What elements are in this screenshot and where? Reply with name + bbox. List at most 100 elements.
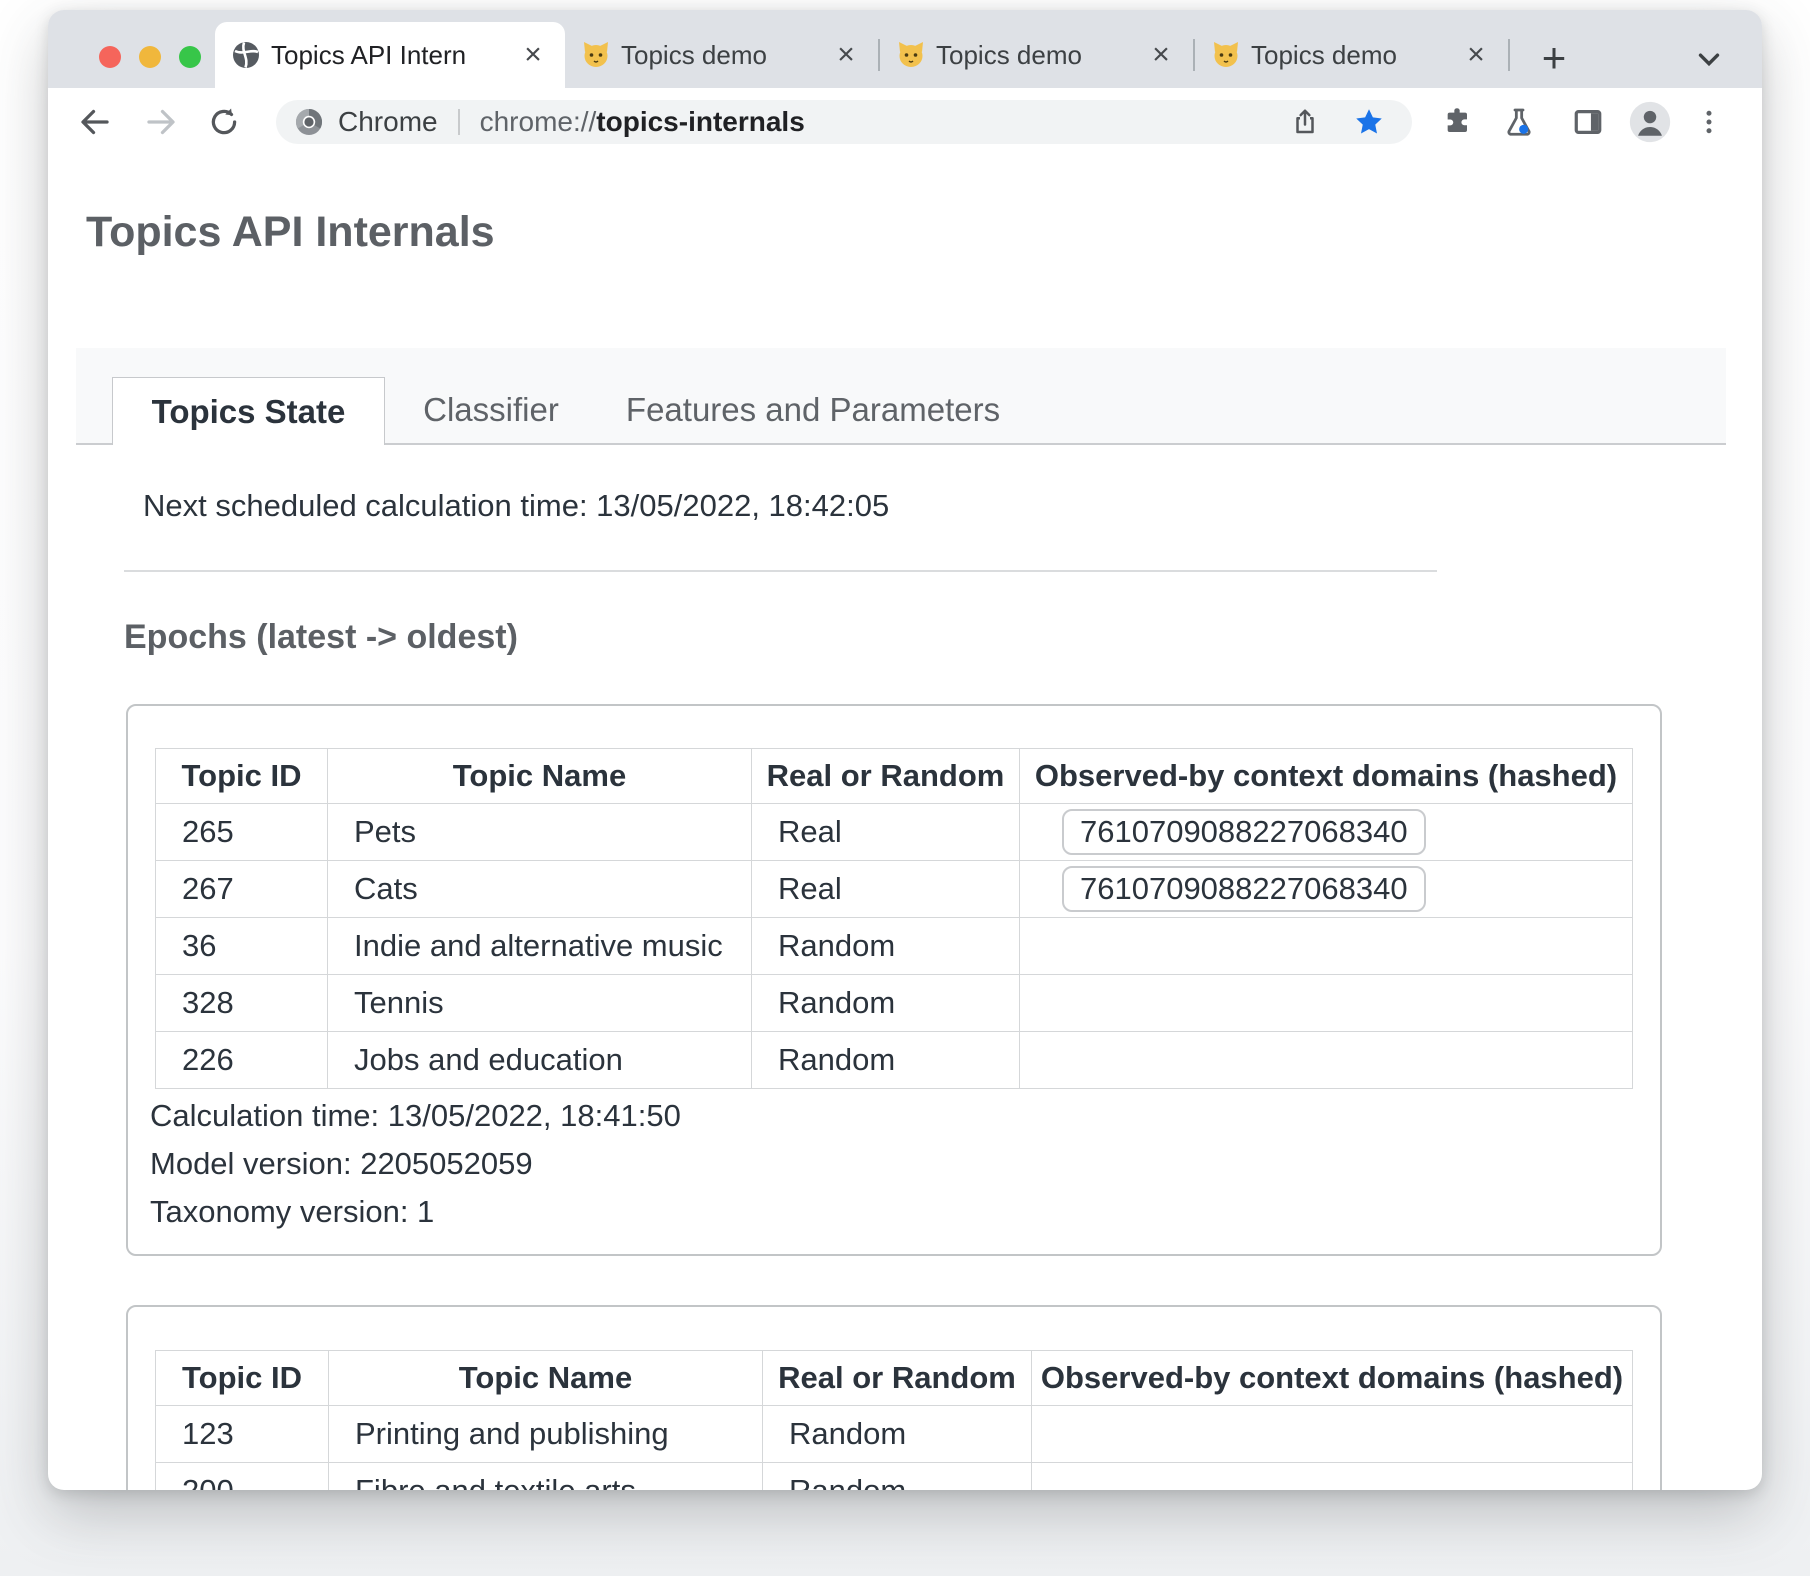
address-separator: [458, 109, 460, 135]
tab-close-icon[interactable]: ×: [830, 40, 862, 70]
cell-topic-name: Jobs and education: [328, 1032, 752, 1089]
cell-topic-id: 328: [156, 975, 328, 1032]
model-version-text: Model version: 2205052059: [150, 1140, 681, 1188]
cell-observed-domains: 7610709088227068340: [1020, 804, 1633, 861]
cell-topic-name: Indie and alternative music: [328, 918, 752, 975]
cell-topic-id: 226: [156, 1032, 328, 1089]
url-host: topics-internals: [596, 106, 804, 138]
hashed-domain-chip[interactable]: 7610709088227068340: [1062, 809, 1426, 855]
back-icon[interactable]: [71, 98, 119, 146]
cell-topic-id: 267: [156, 861, 328, 918]
table-header-row: Topic ID Topic Name Real or Random Obser…: [156, 1351, 1633, 1406]
epoch-meta: Calculation time: 13/05/2022, 18:41:50 M…: [150, 1092, 681, 1236]
bookmark-star-icon[interactable]: [1354, 107, 1384, 137]
cell-real-or-random: Random: [763, 1406, 1032, 1463]
cell-real-or-random: Random: [763, 1463, 1032, 1491]
cell-real-or-random: Random: [752, 975, 1020, 1032]
cat-favicon-icon: [1211, 40, 1241, 70]
epoch-table-older: Topic ID Topic Name Real or Random Obser…: [155, 1350, 1633, 1490]
table-row: 226 Jobs and education Random: [156, 1032, 1633, 1089]
window-minimize-button[interactable]: [139, 46, 161, 68]
cell-real-or-random: Random: [752, 1032, 1020, 1089]
share-icon[interactable]: [1290, 107, 1320, 137]
col-header-topic-id: Topic ID: [156, 1351, 329, 1406]
tab-close-icon[interactable]: ×: [1460, 40, 1492, 70]
table-row: 267 Cats Real 7610709088227068340: [156, 861, 1633, 918]
cell-observed-domains: 7610709088227068340: [1020, 861, 1633, 918]
section-divider: [124, 570, 1437, 572]
col-header-observed-domains: Observed-by context domains (hashed): [1032, 1351, 1633, 1406]
tab-title: Topics demo: [936, 40, 1135, 71]
cat-favicon-icon: [581, 40, 611, 70]
cell-observed-domains: [1020, 1032, 1633, 1089]
epoch-table-latest: Topic ID Topic Name Real or Random Obser…: [155, 748, 1633, 1089]
profile-avatar-icon[interactable]: [1626, 98, 1674, 146]
cell-observed-domains: [1020, 975, 1633, 1032]
browser-tab-topics-demo-1[interactable]: Topics demo ×: [565, 22, 878, 88]
browser-window: Topics API Intern × Topics demo × Topics…: [48, 10, 1762, 1490]
col-header-real-or-random: Real or Random: [752, 749, 1020, 804]
cat-favicon-icon: [896, 40, 926, 70]
tab-classifier[interactable]: Classifier: [406, 377, 576, 443]
cell-observed-domains: [1032, 1406, 1633, 1463]
cell-topic-name: Fibre and textile arts: [329, 1463, 763, 1491]
address-bar[interactable]: Chrome chrome://topics-internals: [276, 100, 1412, 144]
reload-icon[interactable]: [200, 98, 248, 146]
internals-globe-icon: [231, 40, 261, 70]
taxonomy-version-text: Taxonomy version: 1: [150, 1188, 681, 1236]
browser-tab-topics-internals[interactable]: Topics API Intern ×: [215, 22, 565, 88]
browser-tab-strip: Topics API Intern × Topics demo × Topics…: [48, 10, 1762, 88]
col-header-topic-id: Topic ID: [156, 749, 328, 804]
tab-title: Topics demo: [621, 40, 820, 71]
experiments-beaker-icon[interactable]: [1495, 98, 1543, 146]
extensions-puzzle-icon[interactable]: [1433, 98, 1481, 146]
calculation-time-text: Calculation time: 13/05/2022, 18:41:50: [150, 1092, 681, 1140]
cell-topic-name: Pets: [328, 804, 752, 861]
cell-real-or-random: Real: [752, 861, 1020, 918]
side-panel-icon[interactable]: [1564, 98, 1612, 146]
tab-close-icon[interactable]: ×: [1145, 40, 1177, 70]
chrome-logo-icon: [294, 107, 324, 137]
cell-real-or-random: Real: [752, 804, 1020, 861]
col-header-observed-domains: Observed-by context domains (hashed): [1020, 749, 1633, 804]
table-row: 328 Tennis Random: [156, 975, 1633, 1032]
cell-topic-id: 36: [156, 918, 328, 975]
table-row: 36 Indie and alternative music Random: [156, 918, 1633, 975]
table-row: 265 Pets Real 7610709088227068340: [156, 804, 1633, 861]
window-zoom-button[interactable]: [179, 46, 201, 68]
table-header-row: Topic ID Topic Name Real or Random Obser…: [156, 749, 1633, 804]
tab-title: Topics API Intern: [271, 40, 507, 71]
menu-three-dots-icon[interactable]: [1685, 98, 1733, 146]
table-row: 200 Fibre and textile arts Random: [156, 1463, 1633, 1491]
cell-topic-id: 265: [156, 804, 328, 861]
tab-title: Topics demo: [1251, 40, 1450, 71]
page-title: Topics API Internals: [86, 208, 495, 257]
epochs-heading: Epochs (latest -> oldest): [124, 618, 518, 657]
browser-tab-topics-demo-3[interactable]: Topics demo ×: [1195, 22, 1508, 88]
tab-topics-state[interactable]: Topics State: [112, 377, 385, 445]
browser-tab-topics-demo-2[interactable]: Topics demo ×: [880, 22, 1193, 88]
cell-topic-name: Cats: [328, 861, 752, 918]
window-close-button[interactable]: [99, 46, 121, 68]
tab-features-and-parameters[interactable]: Features and Parameters: [608, 377, 1018, 443]
cell-observed-domains: [1020, 918, 1633, 975]
cell-topic-name: Tennis: [328, 975, 752, 1032]
tab-divider: [1508, 39, 1510, 71]
cell-topic-id: 123: [156, 1406, 329, 1463]
url-scheme: chrome://: [480, 106, 597, 138]
browser-toolbar: Chrome chrome://topics-internals: [48, 88, 1762, 156]
cell-real-or-random: Random: [752, 918, 1020, 975]
cell-observed-domains: [1032, 1463, 1633, 1491]
address-engine-label: Chrome: [338, 106, 438, 138]
hashed-domain-chip[interactable]: 7610709088227068340: [1062, 866, 1426, 912]
col-header-topic-name: Topic Name: [328, 749, 752, 804]
cell-topic-id: 200: [156, 1463, 329, 1491]
table-row: 123 Printing and publishing Random: [156, 1406, 1633, 1463]
col-header-topic-name: Topic Name: [329, 1351, 763, 1406]
forward-icon[interactable]: [137, 98, 185, 146]
col-header-real-or-random: Real or Random: [763, 1351, 1032, 1406]
tab-search-chevron-icon[interactable]: [1685, 34, 1733, 82]
new-tab-button[interactable]: +: [1530, 34, 1578, 82]
next-calculation-time-text: Next scheduled calculation time: 13/05/2…: [143, 488, 889, 524]
tab-close-icon[interactable]: ×: [517, 40, 549, 70]
